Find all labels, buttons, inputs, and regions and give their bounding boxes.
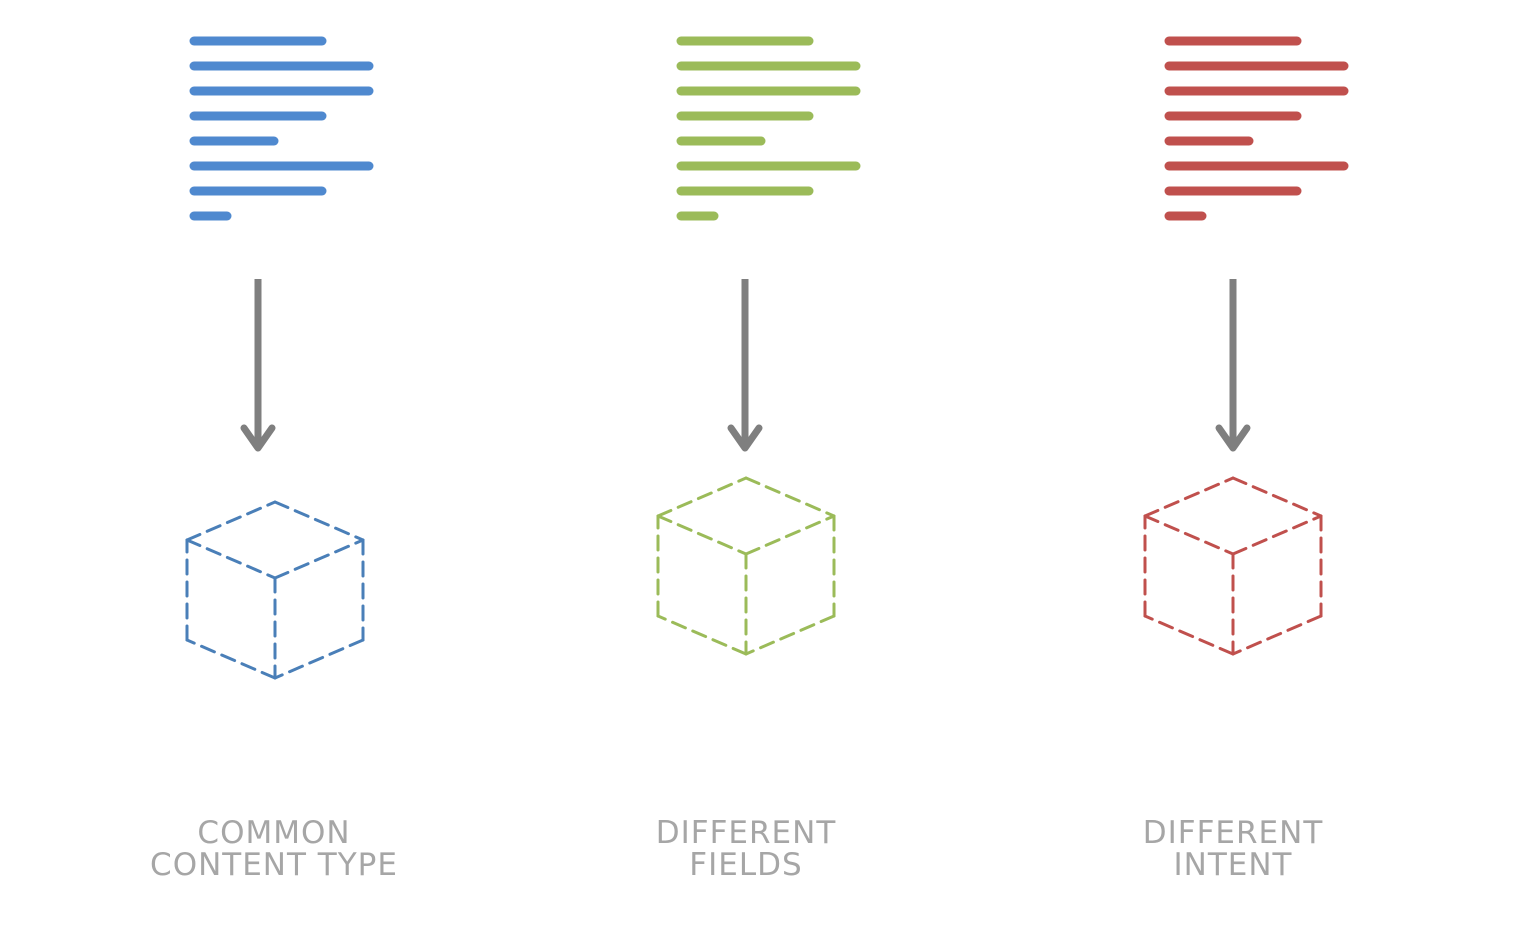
dashed-cube-icon <box>656 476 836 656</box>
caption: DIFFERENT INTENT <box>1143 815 1324 883</box>
document-lines-icon <box>676 36 861 221</box>
document-lines-icon <box>1164 36 1349 221</box>
down-arrow <box>240 279 276 452</box>
cube-edge <box>1143 514 1235 556</box>
cube-edge <box>1143 476 1235 518</box>
caption: DIFFERENT FIELDS <box>656 815 837 883</box>
caption-line-1: DIFFERENT <box>1143 815 1324 851</box>
cube-edge <box>185 500 277 542</box>
cube-edge <box>1143 614 1235 656</box>
caption: COMMON CONTENT TYPE <box>150 815 398 883</box>
cube-edge <box>273 538 365 580</box>
diagram-canvas: COMMON CONTENT TYPE DIFFERENT FIELDS DIF… <box>150 36 1349 883</box>
cube-edge <box>1231 514 1323 556</box>
cube-edge <box>273 638 365 680</box>
cube-edge <box>656 614 748 656</box>
caption-line-1: DIFFERENT <box>656 815 837 851</box>
cube-edge <box>185 638 277 680</box>
cube-edge <box>744 514 836 556</box>
caption-line-2: FIELDS <box>689 847 802 883</box>
cube-edge <box>656 514 748 556</box>
down-arrow <box>727 279 763 452</box>
down-arrow <box>1215 279 1251 452</box>
cube-edge <box>1231 476 1323 518</box>
caption-line-2: CONTENT TYPE <box>150 847 398 883</box>
dashed-cube-icon <box>1143 476 1323 656</box>
cube-edge <box>1231 614 1323 656</box>
document-lines-icon <box>189 36 374 221</box>
cube-edge <box>744 476 836 518</box>
column-common: COMMON CONTENT TYPE <box>150 36 398 883</box>
cube-edge <box>656 476 748 518</box>
cube-edge <box>273 500 365 542</box>
cube-edge <box>185 538 277 580</box>
cube-edge <box>744 614 836 656</box>
column-fields: DIFFERENT FIELDS <box>656 36 861 883</box>
dashed-cube-icon <box>185 500 365 680</box>
caption-line-1: COMMON <box>197 815 350 851</box>
caption-line-2: INTENT <box>1174 847 1293 883</box>
column-intent: DIFFERENT INTENT <box>1143 36 1349 883</box>
